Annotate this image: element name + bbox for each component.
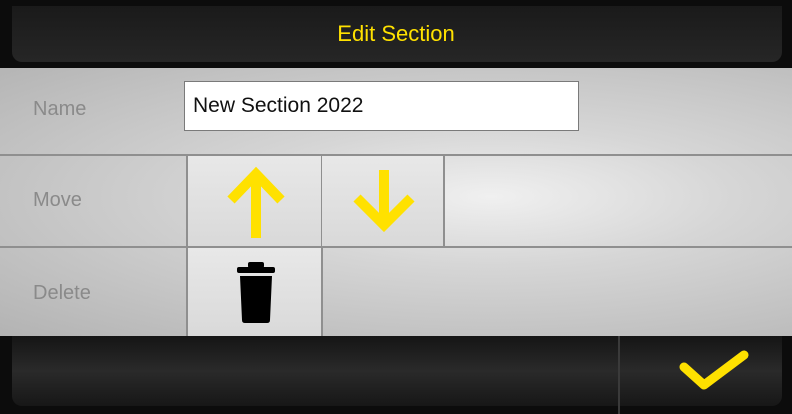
delete-button[interactable] (186, 248, 323, 336)
footer-bar (0, 336, 792, 414)
move-down-button[interactable] (322, 156, 445, 246)
confirm-button[interactable] (620, 336, 782, 406)
arrow-up-icon (227, 166, 285, 238)
name-row: Name (0, 68, 792, 156)
checkmark-icon (679, 350, 749, 390)
arrow-down-icon (353, 170, 415, 232)
name-input[interactable] (184, 81, 579, 131)
dialog-content: Name Move Delete (0, 68, 792, 336)
dialog-title: Edit Section (337, 21, 455, 46)
trash-icon (237, 262, 275, 323)
delete-label: Delete (33, 282, 91, 304)
title-bar: Edit Section (0, 0, 792, 68)
footer-panel (12, 336, 618, 406)
delete-row: Delete (0, 248, 792, 336)
move-label: Move (33, 189, 82, 211)
edit-section-dialog: Edit Section Name Move Delete (0, 0, 792, 414)
move-up-button[interactable] (186, 156, 323, 246)
name-label: Name (33, 98, 87, 120)
move-row: Move (0, 156, 792, 248)
